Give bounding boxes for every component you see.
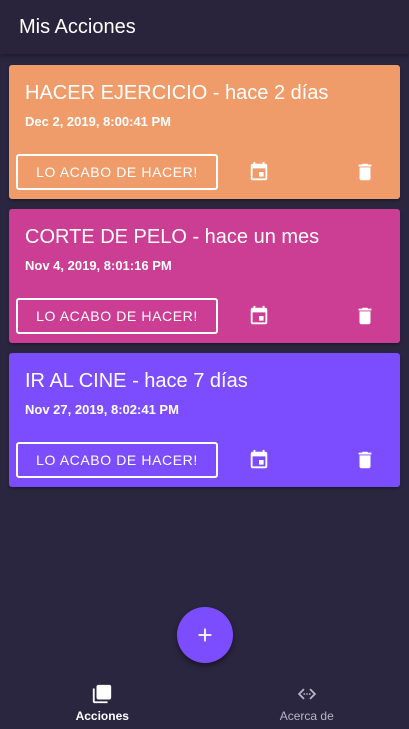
app-root: Mis Acciones HACER EJERCICIO - hace 2 dí…: [0, 0, 409, 729]
app-bar: Mis Acciones: [0, 0, 409, 54]
action-title: IR AL CINE - hace 7 días: [25, 370, 248, 392]
bottom-navigation: Acciones Acerca de: [0, 674, 409, 729]
action-title: HACER EJERCICIO - hace 2 días: [25, 82, 329, 104]
nav-label: Acerca de: [279, 709, 334, 723]
trash-icon[interactable]: [353, 160, 377, 184]
add-action-button[interactable]: [177, 607, 233, 663]
plus-icon: [198, 628, 212, 642]
action-card: IR AL CINE - hace 7 días Nov 27, 2019, 8…: [9, 353, 400, 487]
code-icon: [297, 688, 316, 700]
action-date: Nov 27, 2019, 8:02:41 PM: [25, 402, 179, 417]
page-title: Mis Acciones: [19, 15, 136, 38]
action-date: Nov 4, 2019, 8:01:16 PM: [25, 258, 172, 273]
calendar-icon[interactable]: [247, 448, 271, 472]
nav-item-acerca-de[interactable]: Acerca de: [205, 674, 409, 729]
nav-label: Acciones: [75, 709, 129, 723]
calendar-icon[interactable]: [247, 160, 271, 184]
calendar-icon[interactable]: [247, 304, 271, 328]
trash-icon[interactable]: [353, 304, 377, 328]
done-button[interactable]: LO ACABO DE HACER!: [16, 298, 218, 334]
action-date: Dec 2, 2019, 8:00:41 PM: [25, 114, 171, 129]
library-icon: [93, 684, 112, 704]
action-card: HACER EJERCICIO - hace 2 días Dec 2, 201…: [9, 65, 400, 199]
actions-list: HACER EJERCICIO - hace 2 días Dec 2, 201…: [9, 65, 400, 497]
done-button[interactable]: LO ACABO DE HACER!: [16, 154, 218, 190]
nav-item-acciones[interactable]: Acciones: [0, 674, 205, 729]
done-button[interactable]: LO ACABO DE HACER!: [16, 442, 218, 478]
trash-icon[interactable]: [353, 448, 377, 472]
action-card: CORTE DE PELO - hace un mes Nov 4, 2019,…: [9, 209, 400, 343]
action-title: CORTE DE PELO - hace un mes: [25, 226, 320, 248]
